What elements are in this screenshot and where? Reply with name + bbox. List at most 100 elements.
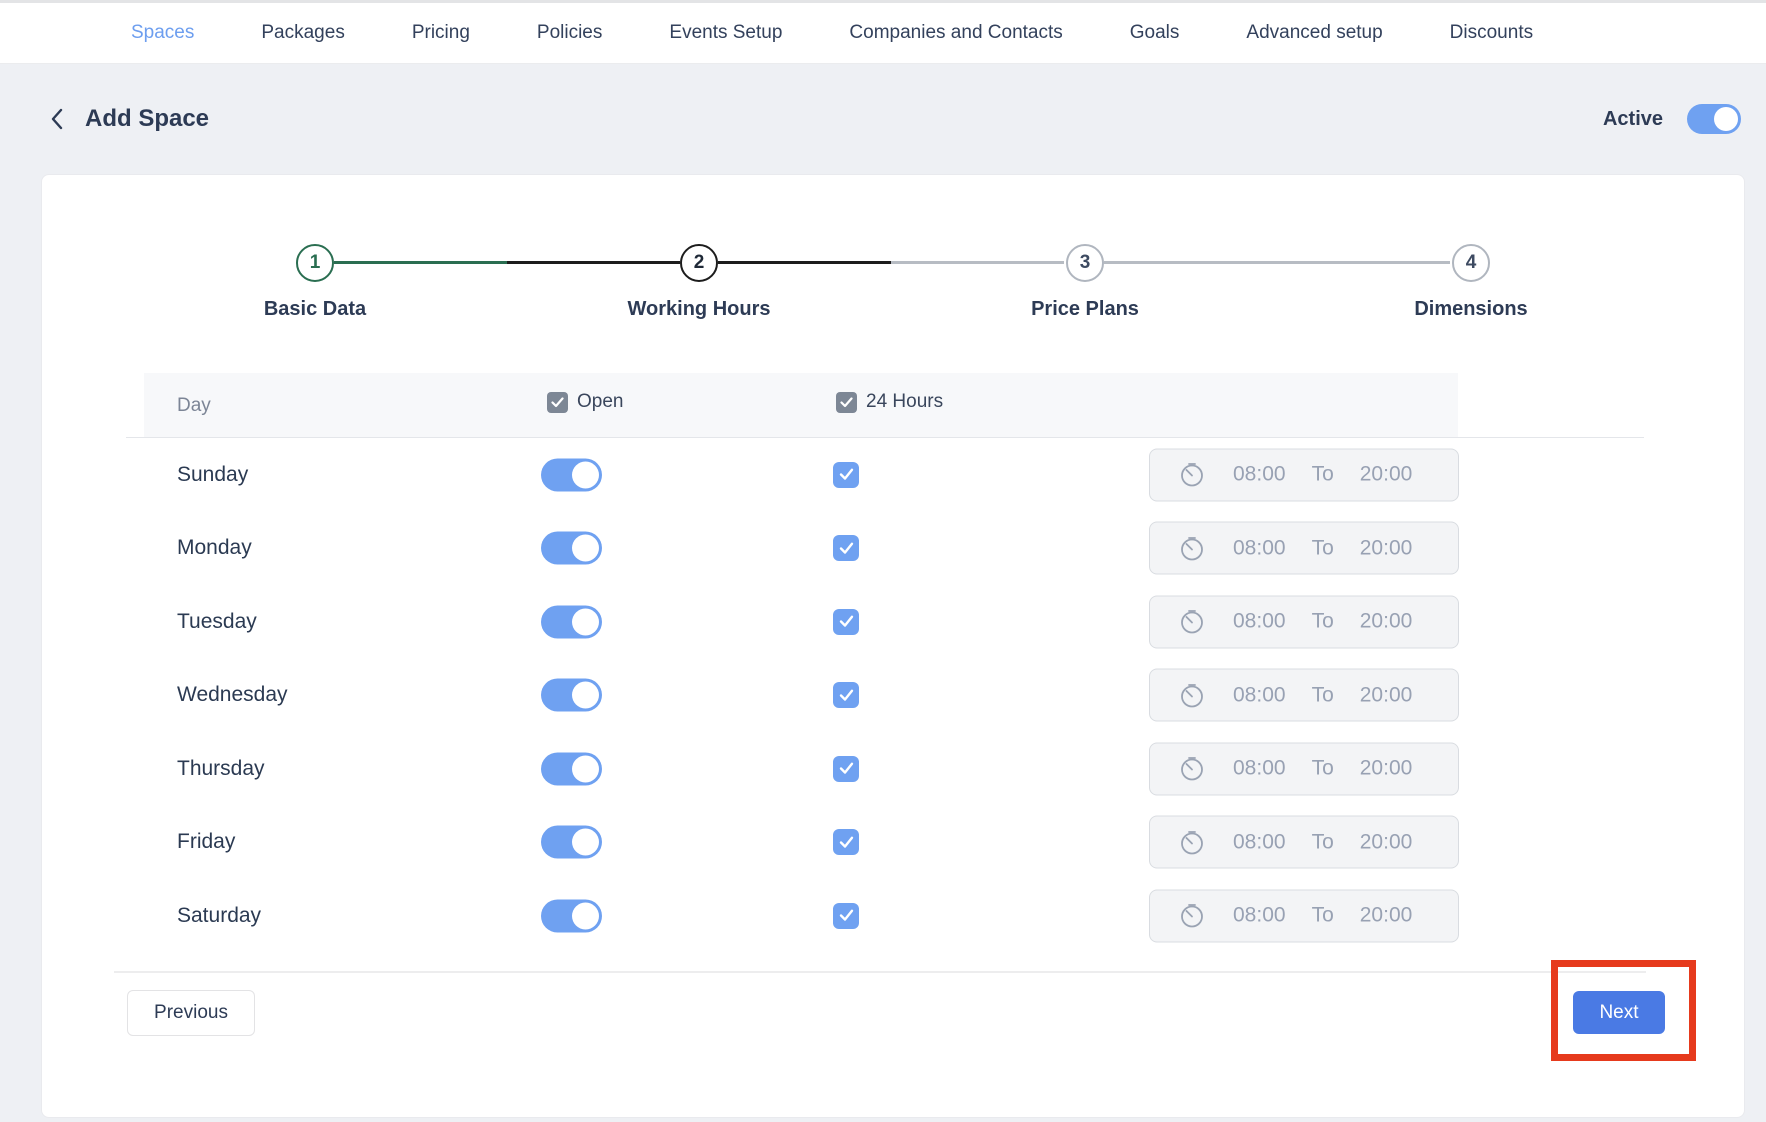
clock-icon: [1177, 460, 1207, 490]
24hours-checkbox[interactable]: [833, 462, 859, 488]
open-toggle[interactable]: [541, 532, 602, 565]
time-range-input[interactable]: 08:00 To 20:00: [1149, 595, 1459, 648]
previous-button[interactable]: Previous: [127, 990, 255, 1036]
day-label: Thursday: [177, 757, 265, 781]
nav-item-discounts[interactable]: Discounts: [1450, 22, 1533, 44]
header-active-group: Active: [1603, 104, 1741, 134]
stepper-step[interactable]: 1 Basic Data: [215, 244, 415, 321]
stepper-step[interactable]: 3 Price Plans: [985, 244, 1185, 321]
check-icon: [839, 542, 854, 555]
clock-icon: [1177, 607, 1207, 637]
footer-divider: [114, 971, 1646, 973]
time-from: 08:00: [1233, 536, 1286, 560]
time-range-input[interactable]: 08:00 To 20:00: [1149, 889, 1459, 942]
step-number-circle: 1: [296, 244, 334, 282]
24hours-checkbox[interactable]: [833, 609, 859, 635]
table-row: Wednesday 08:00 To 20:00: [126, 659, 1644, 733]
toggle-knob: [1714, 107, 1738, 131]
time-from: 08:00: [1233, 757, 1286, 781]
table-body: Sunday 08:00 To 20:00 Monday: [126, 438, 1644, 953]
open-toggle[interactable]: [541, 899, 602, 932]
open-all-checkbox[interactable]: [547, 392, 568, 413]
nav-item-goals[interactable]: Goals: [1130, 22, 1180, 44]
24hours-checkbox[interactable]: [833, 829, 859, 855]
top-navigation: Spaces Packages Pricing Policies Events Setu…: [0, 0, 1766, 64]
check-icon: [840, 397, 853, 408]
day-label: Sunday: [177, 463, 248, 487]
step-number-circle: 4: [1452, 244, 1490, 282]
24hours-checkbox[interactable]: [833, 903, 859, 929]
open-toggle[interactable]: [541, 458, 602, 491]
table-row: Sunday 08:00 To 20:00: [126, 438, 1644, 512]
column-header-24hours: 24 Hours: [836, 391, 943, 413]
nav-item-spaces[interactable]: Spaces: [131, 22, 194, 44]
step-label-working-hours: Working Hours: [599, 298, 799, 321]
24hours-checkbox[interactable]: [833, 682, 859, 708]
time-range-input[interactable]: 08:00 To 20:00: [1149, 816, 1459, 869]
next-button[interactable]: Next: [1573, 991, 1665, 1034]
check-icon: [839, 909, 854, 922]
active-toggle[interactable]: [1687, 104, 1741, 134]
step-number-circle: 2: [680, 244, 718, 282]
page-title: Add Space: [85, 105, 209, 133]
check-icon: [551, 397, 564, 408]
time-from: 08:00: [1233, 683, 1286, 707]
day-label: Monday: [177, 536, 252, 560]
time-range-input[interactable]: 08:00 To 20:00: [1149, 742, 1459, 795]
time-separator: To: [1312, 830, 1334, 854]
toggle-knob: [572, 535, 599, 562]
day-label: Tuesday: [177, 610, 257, 634]
nav-item-companies-and-contacts[interactable]: Companies and Contacts: [849, 22, 1062, 44]
table-row: Thursday 08:00 To 20:00: [126, 732, 1644, 806]
time-to: 20:00: [1360, 683, 1413, 707]
nav-item-packages[interactable]: Packages: [261, 22, 344, 44]
table-row: Saturday 08:00 To 20:00: [126, 879, 1644, 953]
nav-item-policies[interactable]: Policies: [537, 22, 602, 44]
toggle-knob: [572, 461, 599, 488]
time-to: 20:00: [1360, 830, 1413, 854]
time-to: 20:00: [1360, 757, 1413, 781]
time-to: 20:00: [1360, 536, 1413, 560]
open-toggle[interactable]: [541, 752, 602, 785]
time-to: 20:00: [1360, 610, 1413, 634]
chevron-left-icon: [50, 108, 64, 130]
table-row: Tuesday 08:00 To 20:00: [126, 585, 1644, 659]
clock-icon: [1177, 754, 1207, 784]
day-label: Friday: [177, 830, 235, 854]
24hours-all-checkbox[interactable]: [836, 392, 857, 413]
step-number-circle: 3: [1066, 244, 1104, 282]
clock-icon: [1177, 827, 1207, 857]
step-label-dimensions: Dimensions: [1371, 298, 1571, 321]
24hours-checkbox[interactable]: [833, 535, 859, 561]
day-label: Saturday: [177, 904, 261, 928]
nav-item-events-setup[interactable]: Events Setup: [669, 22, 782, 44]
time-range-input[interactable]: 08:00 To 20:00: [1149, 448, 1459, 501]
check-icon: [839, 689, 854, 702]
time-separator: To: [1312, 904, 1334, 928]
time-separator: To: [1312, 757, 1334, 781]
time-from: 08:00: [1233, 830, 1286, 854]
time-range-input[interactable]: 08:00 To 20:00: [1149, 522, 1459, 575]
24hours-checkbox[interactable]: [833, 756, 859, 782]
open-toggle[interactable]: [541, 605, 602, 638]
back-button[interactable]: [44, 106, 70, 132]
wizard-stepper: 1 Basic Data 2 Working Hours 3 Price Pla…: [42, 175, 1744, 325]
clock-icon: [1177, 680, 1207, 710]
open-toggle[interactable]: [541, 679, 602, 712]
toggle-knob: [572, 902, 599, 929]
table-row: Monday 08:00 To 20:00: [126, 512, 1644, 586]
time-from: 08:00: [1233, 463, 1286, 487]
table-row: Friday 08:00 To 20:00: [126, 806, 1644, 880]
stepper-step[interactable]: 2 Working Hours: [599, 244, 799, 321]
check-icon: [839, 468, 854, 481]
time-range-input[interactable]: 08:00 To 20:00: [1149, 669, 1459, 722]
time-separator: To: [1312, 463, 1334, 487]
open-toggle[interactable]: [541, 826, 602, 859]
nav-item-advanced-setup[interactable]: Advanced setup: [1246, 22, 1382, 44]
check-icon: [839, 762, 854, 775]
nav-item-pricing[interactable]: Pricing: [412, 22, 470, 44]
stepper-step[interactable]: 4 Dimensions: [1371, 244, 1571, 321]
page-header: Add Space Active: [0, 64, 1766, 174]
toggle-knob: [572, 608, 599, 635]
step-label-price-plans: Price Plans: [985, 298, 1185, 321]
